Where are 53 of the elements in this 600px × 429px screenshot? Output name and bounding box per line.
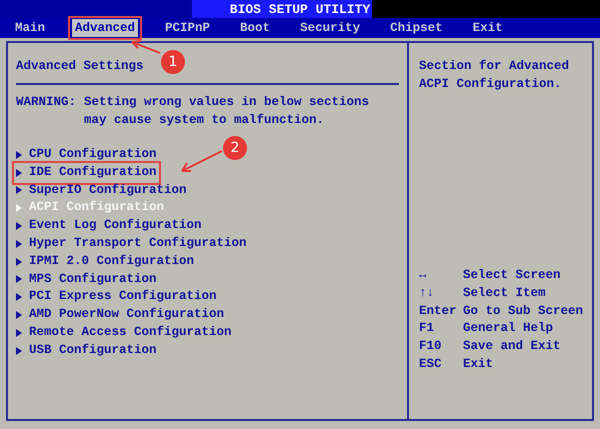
menu-item[interactable]: AMD PowerNow Configuration xyxy=(16,306,224,324)
submenu-triangle-icon xyxy=(16,258,22,266)
key-action: Go to Sub Screen xyxy=(463,302,584,320)
key-name: F10 xyxy=(419,338,443,356)
callout-badge: 1 xyxy=(161,50,186,74)
menu-item[interactable]: Event Log Configuration xyxy=(16,217,202,235)
menu-tab[interactable]: Advanced xyxy=(72,19,138,37)
submenu-triangle-icon xyxy=(16,186,22,194)
menu-tab[interactable]: Exit xyxy=(470,19,506,37)
submenu-triangle-icon xyxy=(16,275,22,284)
key-name: Enter xyxy=(419,302,458,320)
menu-item[interactable]: PCI Express Configuration xyxy=(16,288,217,306)
submenu-triangle-icon xyxy=(16,222,22,230)
menu-tab[interactable]: PCIPnP xyxy=(162,19,214,37)
menu-item[interactable]: Hyper Transport Configuration xyxy=(16,234,247,253)
warning-text: may cause system to malfunction. xyxy=(84,112,326,129)
submenu-triangle-icon xyxy=(16,204,22,212)
menu-tab[interactable]: Main xyxy=(12,19,48,37)
key-name: ↔ xyxy=(419,267,428,284)
submenu-triangle-icon xyxy=(16,311,22,320)
menu-tab[interactable]: Chipset xyxy=(387,19,446,37)
menu-item[interactable]: USB Configuration xyxy=(16,342,157,360)
help-text: ACPI Configuration. xyxy=(419,76,563,93)
key-name: ESC xyxy=(419,356,443,373)
menu-item[interactable]: IDE Configuration xyxy=(16,164,157,182)
callout-arrow xyxy=(181,150,222,172)
panel-heading: Advanced Settings xyxy=(16,58,144,75)
menu-item[interactable]: CPU Configuration xyxy=(16,146,157,164)
callout-arrow xyxy=(131,40,160,54)
window-title: BIOS SETUP UTILITY xyxy=(230,2,370,16)
warning-label: WARNING: xyxy=(16,94,76,111)
submenu-triangle-icon xyxy=(16,168,22,177)
submenu-triangle-icon xyxy=(16,328,22,337)
key-action: Exit xyxy=(463,356,494,373)
key-action: Select Screen xyxy=(463,267,561,284)
menu-tab[interactable]: Boot xyxy=(237,19,274,37)
submenu-triangle-icon xyxy=(16,293,22,302)
submenu-triangle-icon xyxy=(16,346,22,355)
key-name: ↑↓ xyxy=(419,284,436,302)
menu-tab[interactable]: Security xyxy=(297,19,364,37)
callout-badge: 2 xyxy=(223,136,247,160)
submenu-triangle-icon xyxy=(16,150,22,159)
key-action: Select Item xyxy=(463,284,546,302)
submenu-triangle-icon xyxy=(16,240,22,248)
menu-item[interactable]: IPMI 2.0 Configuration xyxy=(16,252,194,271)
help-text: Section for Advanced xyxy=(419,58,570,75)
warning-text: Setting wrong values in below sections xyxy=(84,94,370,111)
menu-item[interactable]: SuperIO Configuration xyxy=(16,182,187,200)
key-action: General Help xyxy=(463,320,554,338)
key-action: Save and Exit xyxy=(463,338,561,356)
menu-item[interactable]: Remote Access Configuration xyxy=(16,324,232,342)
key-name: F1 xyxy=(419,320,436,338)
menu-item[interactable]: MPS Configuration xyxy=(16,270,157,288)
